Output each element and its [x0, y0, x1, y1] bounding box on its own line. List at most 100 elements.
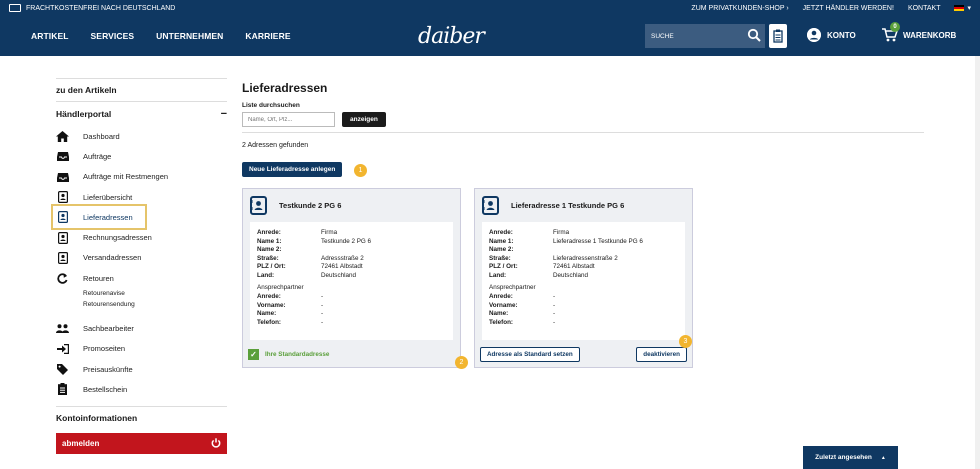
value-country: Deutschland	[553, 271, 589, 279]
label-phone: Telefon:	[257, 318, 282, 326]
daiber-logo[interactable]: daiber	[418, 24, 485, 49]
label-name2: Name 2:	[257, 246, 282, 253]
truck-icon	[9, 4, 21, 12]
value-name1: Lieferadresse 1 Testkunde PG 6	[553, 237, 643, 245]
dealer-portal-label: Händlerportal	[56, 109, 112, 119]
value-zip-city: 72461 Albstadt	[321, 263, 363, 270]
users-icon	[56, 324, 69, 334]
nav-artikel[interactable]: ARTIKEL	[31, 31, 69, 41]
search-placeholder: SUCHE	[651, 32, 674, 40]
sidebar-item-delivery-addresses[interactable]: Lieferadressen	[51, 204, 147, 231]
card-title: Lieferadresse 1 Testkunde PG 6	[511, 201, 625, 210]
sidebar-item-dashboard[interactable]: Dashboard	[56, 126, 227, 146]
label-zip-city: PLZ / Ort:	[489, 263, 518, 270]
collapse-icon[interactable]: −	[221, 108, 227, 120]
value-salutation: Firma	[553, 229, 570, 236]
value-salutation: Firma	[321, 229, 338, 236]
label-name1: Name 1:	[489, 237, 514, 245]
sidebar-item-orders-remaining[interactable]: Aufträge mit Restmengen	[56, 167, 227, 187]
address-card: Testkunde 2 PG 6 Anrede: Firma Name 1: Tes…	[242, 188, 461, 368]
address-search-input[interactable]	[242, 112, 335, 127]
value-zip-city: 72461 Albstadt	[553, 263, 595, 270]
cart-button[interactable]: 0 WARENKORB	[882, 22, 956, 42]
logout-label: abmelden	[62, 438, 100, 448]
search-list-label: Liste durchsuchen	[242, 102, 300, 109]
chevron-down-icon: ▾	[967, 5, 971, 12]
nav-karriere[interactable]: KARRIERE	[245, 31, 290, 41]
step-marker-2: 2	[455, 356, 468, 369]
sidebar-item-promo-pages[interactable]: Promoseiten	[56, 339, 227, 359]
address-card: Lieferadresse 1 Testkunde PG 6 Anrede: Fi…	[474, 188, 693, 368]
divider	[242, 132, 924, 133]
recently-viewed-button[interactable]: Zuletzt angesehen ▲	[803, 446, 898, 469]
tag-icon	[57, 363, 68, 375]
sidebar-item-label: Versandadressen	[83, 253, 142, 263]
label-first-name: Vorname:	[489, 301, 518, 309]
sidebar-item-label: Lieferübersicht	[83, 192, 133, 202]
account-button[interactable]: KONTO	[807, 28, 856, 42]
label-zip-city: PLZ / Ort:	[257, 263, 286, 270]
contact-card-icon	[250, 196, 267, 215]
value-name1: Testkunde 2 PG 6	[321, 237, 372, 245]
sidebar-item-label: Preisauskünfte	[83, 364, 133, 374]
value-first-name: -	[321, 301, 324, 309]
shipping-note: FRACHTKOSTENFREI NACH DEUTSCHLAND	[26, 4, 176, 12]
value-street: Lieferadressenstraße 2	[553, 254, 618, 262]
contact-link[interactable]: KONTAKT	[908, 5, 941, 12]
become-dealer-link[interactable]: JETZT HÄNDLER WERDEN!	[803, 5, 894, 12]
check-icon: ✓	[248, 349, 259, 360]
contact-person-heading: Ansprechpartner	[257, 284, 304, 291]
sidebar-item-shipping-addresses[interactable]: Versandadressen	[56, 248, 227, 268]
contact-card-icon	[482, 196, 499, 215]
value-phone: -	[321, 318, 324, 326]
label-first-name: Vorname:	[257, 301, 286, 309]
value-last-name: -	[321, 310, 324, 317]
sidebar-item-returns[interactable]: Retouren	[56, 268, 227, 288]
order-list-button[interactable]	[769, 24, 787, 48]
new-address-button[interactable]: Neue Lieferadresse anlegen	[242, 162, 343, 177]
sidebar-item-delivery-overview[interactable]: Lieferübersicht	[56, 187, 227, 207]
nav-unternehmen[interactable]: UNTERNEHMEN	[156, 31, 223, 41]
value-contact-salutation: -	[553, 293, 556, 300]
show-button[interactable]: anzeigen	[342, 112, 386, 127]
value-street: Adressstraße 2	[321, 254, 364, 262]
label-last-name: Name:	[489, 310, 509, 317]
contact-card-icon	[57, 211, 68, 224]
refresh-icon	[57, 273, 68, 284]
dealer-portal-heading[interactable]: Händlerportal −	[56, 101, 227, 126]
sidebar-subitem-return-shipment[interactable]: Retourensendung	[83, 299, 227, 310]
scrollbar[interactable]	[975, 56, 980, 469]
sidebar-subitem-return-notices[interactable]: Retourenavise	[83, 288, 227, 299]
address-details: Anrede: Firma Name 1: Lieferadresse 1 Test…	[482, 222, 685, 340]
main-content: Lieferadressen Liste durchsuchen anzeige…	[242, 78, 924, 177]
sign-in-icon	[56, 343, 69, 354]
sidebar-item-label: Sachbearbeiter	[83, 324, 134, 334]
nav-services[interactable]: SERVICES	[91, 31, 135, 41]
inbox-icon	[56, 152, 69, 162]
search-icon[interactable]	[747, 28, 761, 42]
page-title: Lieferadressen	[242, 81, 328, 95]
clipboard-icon	[58, 383, 67, 396]
sidebar-item-clerks[interactable]: Sachbearbeiter	[56, 318, 227, 338]
back-to-articles-link[interactable]: zu den Artikeln	[56, 78, 227, 101]
sidebar-item-orders[interactable]: Aufträge	[56, 146, 227, 166]
deactivate-button[interactable]: deaktivieren	[636, 347, 687, 362]
account-info-heading[interactable]: Kontoinformationen	[56, 405, 227, 429]
search-input[interactable]: SUCHE	[645, 24, 765, 48]
logout-button[interactable]: abmelden	[56, 432, 227, 454]
sidebar-item-billing-addresses[interactable]: Rechnungsadressen	[56, 227, 227, 247]
language-switcher[interactable]: ▾	[954, 4, 971, 12]
value-last-name: -	[553, 310, 556, 317]
contact-card-icon	[57, 191, 68, 204]
label-street: Straße:	[489, 254, 511, 262]
default-address-label: Ihre Standardadresse	[265, 351, 330, 358]
sidebar-item-order-form[interactable]: Bestellschein	[56, 379, 227, 399]
sidebar-item-label: Bestellschein	[83, 384, 128, 394]
private-shop-link[interactable]: ZUM PRIVATKUNDEN-SHOP ›	[691, 5, 788, 12]
sidebar-item-price-info[interactable]: Preisauskünfte	[56, 359, 227, 379]
sidebar-item-label: Rechnungsadressen	[83, 233, 152, 243]
label-salutation: Anrede:	[489, 229, 513, 236]
sidebar-item-label: Promoseiten	[83, 344, 126, 354]
set-default-button[interactable]: Adresse als Standard setzen	[480, 347, 580, 362]
inbox-icon	[56, 172, 69, 182]
